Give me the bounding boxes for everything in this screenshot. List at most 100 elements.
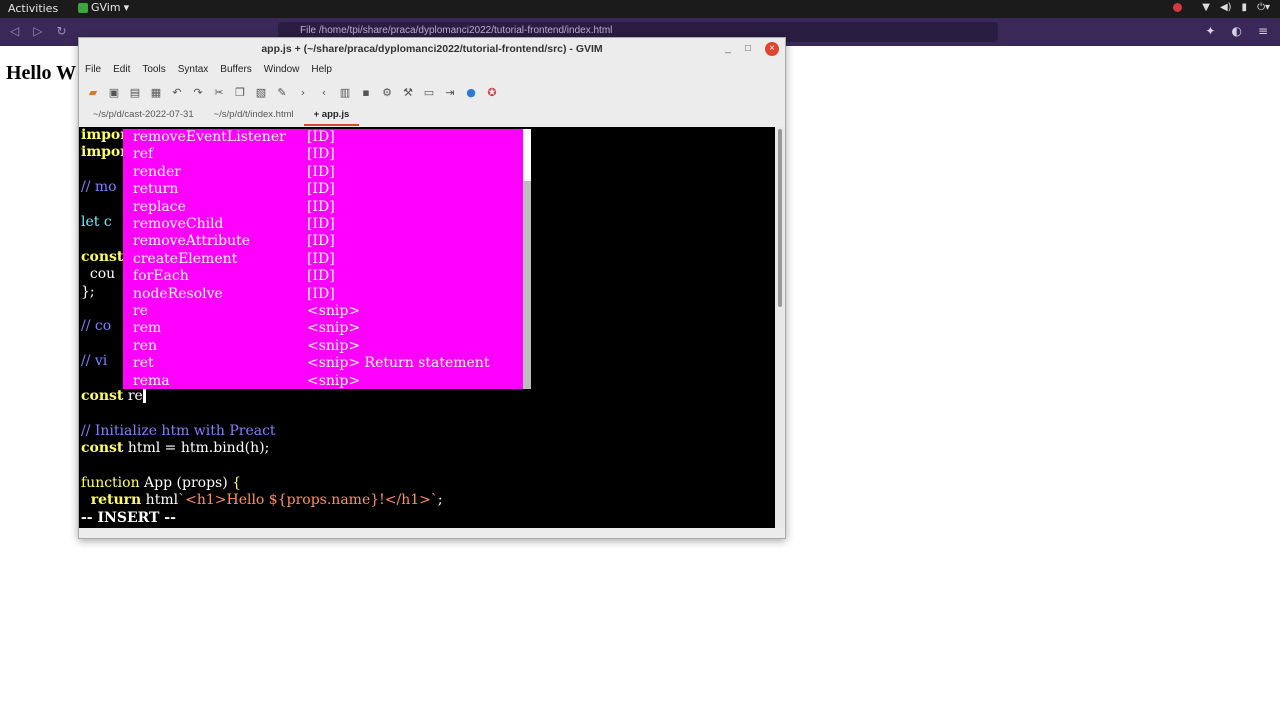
shell-icon[interactable]: ▭ (423, 86, 435, 99)
tab-app-js[interactable]: + app.js (303, 104, 360, 126)
code-fn-name: App (139, 475, 173, 491)
volume-icon: ◀) (1219, 2, 1232, 13)
reload-icon[interactable]: ↻ (56, 24, 66, 38)
completion-item[interactable]: removeEventListener [ID] (133, 129, 513, 146)
completion-kind: <snip> (307, 303, 361, 319)
completion-item[interactable]: ref [ID] (133, 146, 513, 163)
menu-edit[interactable]: Edit (113, 60, 130, 80)
editor-scrollbar[interactable] (775, 127, 785, 528)
menu-help[interactable]: Help (311, 60, 332, 80)
redo-icon[interactable]: ↷ (192, 86, 204, 99)
completion-kind: [ID] (307, 233, 335, 250)
code-brace: { (232, 475, 242, 491)
paste-icon[interactable]: ▧ (255, 86, 267, 99)
tab-cast-2022-07-31[interactable]: ~/s/p/d/cast-2022-07-31 (83, 104, 204, 126)
cut-icon[interactable]: ✂ (213, 86, 225, 99)
menu-tools[interactable]: Tools (142, 60, 165, 80)
save-session-icon[interactable]: ▪ (360, 86, 372, 99)
open-icon[interactable]: ▰ (87, 86, 99, 99)
menu-window[interactable]: Window (264, 60, 300, 80)
code-line-22: return html`<h1>Hello ${props.name}!</h1… (81, 492, 443, 509)
completion-item[interactable]: nodeResolve [ID] (133, 286, 513, 303)
code-line-6: let c (81, 214, 112, 231)
system-tray[interactable]: ▼ ◀) ▮ ⏻▾ (1173, 2, 1270, 13)
code-typed-text: re (123, 388, 143, 404)
extensions-icon[interactable]: ✦ (1205, 24, 1215, 38)
completion-word: forEach (133, 268, 189, 285)
undo-icon[interactable]: ↶ (171, 86, 183, 99)
tab-index-html[interactable]: ~/s/p/d/t/index.html (204, 104, 304, 126)
make-icon[interactable]: ⚒ (402, 86, 414, 99)
run-script-icon[interactable]: ⚙ (381, 86, 393, 99)
activities-button[interactable]: Activities (8, 2, 58, 15)
completion-kind: [ID] (307, 250, 335, 267)
close-icon[interactable]: × (765, 42, 779, 56)
find-replace-icon[interactable]: ✎ (276, 86, 288, 99)
system-top-bar: Activities GVim ▾ ▼ ◀) ▮ ⏻▾ (0, 0, 1280, 18)
toolbar: ▰ ▣ ▤ ▦ ↶ ↷ ✂ ❐ ▧ ✎ › ‹ ▥ ▪ ⚙ ⚒ ▭ ⇥ ● ✪ (79, 80, 785, 104)
completion-scrollbar[interactable] (523, 129, 531, 389)
completion-kind: [ID] (307, 285, 335, 302)
menu-syntax[interactable]: Syntax (178, 60, 209, 80)
completion-scrollbar-thumb[interactable] (523, 129, 531, 181)
code-const: const (81, 388, 124, 404)
completion-item[interactable]: ret <snip> Return statement (133, 355, 513, 372)
code-let: let c (81, 214, 112, 230)
menu-icon[interactable]: ≡ (1258, 24, 1268, 38)
completion-item[interactable]: re <snip> (133, 303, 513, 320)
network-icon: ▼ (1202, 2, 1210, 13)
window-titlebar[interactable]: app.js + (~/share/praca/dyplomanci2022/t… (79, 38, 785, 60)
page-heading: Hello W (6, 62, 77, 84)
code-semicolon: ; (437, 492, 443, 509)
forward-icon[interactable]: ▷ (33, 24, 42, 38)
help-icon[interactable]: ● (465, 86, 477, 99)
save-icon[interactable]: ▣ (108, 86, 120, 99)
ctags-icon[interactable]: ⇥ (444, 86, 456, 99)
power-icon[interactable]: ⏻▾ (1257, 2, 1270, 13)
back-icon[interactable]: ◁ (10, 24, 19, 38)
completion-item[interactable]: rema <snip> (133, 373, 513, 390)
completion-word: removeChild (133, 216, 224, 232)
app-menu[interactable]: GVim ▾ (78, 1, 129, 14)
battery-icon: ▮ (1241, 2, 1248, 13)
maximize-icon[interactable]: □ (741, 42, 755, 56)
completion-word: removeAttribute (133, 233, 251, 250)
minimize-icon[interactable]: _ (721, 42, 735, 56)
incognito-icon[interactable]: ◐ (1231, 24, 1241, 38)
chevron-down-icon: ▾ (123, 1, 130, 14)
code-return: return (81, 492, 142, 509)
menu-buffers[interactable]: Buffers (220, 60, 252, 80)
completion-item[interactable]: return [ID] (133, 181, 513, 198)
completion-word: ren (133, 337, 157, 354)
code-line-2: impor (81, 144, 128, 161)
window-title: app.js + (~/share/praca/dyplomanci2022/t… (261, 43, 603, 55)
completion-item[interactable]: replace [ID] (133, 199, 513, 216)
browser-actions: ✦ ◐ ≡ (1205, 24, 1268, 38)
find-next-icon[interactable]: › (297, 86, 309, 99)
completion-word: createElement (133, 250, 238, 267)
copy-icon[interactable]: ❐ (234, 86, 246, 99)
code-template-string: `<h1>Hello ${props.name}!</h1>` (178, 492, 438, 509)
completion-item[interactable]: rem <snip> (133, 320, 513, 337)
code-line-1: impor (81, 127, 128, 143)
find-prev-icon[interactable]: ‹ (318, 86, 330, 99)
completion-kind: [ID] (307, 146, 335, 163)
print-icon[interactable]: ▦ (150, 86, 162, 99)
load-session-icon[interactable]: ▥ (339, 86, 351, 99)
completion-item[interactable]: removeAttribute [ID] (133, 233, 513, 250)
editor-scrollbar-thumb[interactable] (778, 129, 782, 307)
completion-item[interactable]: render [ID] (133, 164, 513, 181)
completion-item[interactable]: removeChild [ID] (133, 216, 513, 233)
completion-item[interactable]: forEach [ID] (133, 268, 513, 285)
code-line-8: const (81, 248, 124, 265)
code-line-18: // Initialize htm with Preact (81, 422, 276, 439)
find-help-icon[interactable]: ✪ (486, 86, 498, 99)
save-all-icon[interactable]: ▤ (129, 86, 141, 99)
code-text: (props) (172, 475, 233, 491)
completion-item[interactable]: createElement [ID] (133, 251, 513, 268)
code-line-19: const html = htm.bind(h); (81, 440, 269, 457)
code-line-4: // mo (81, 179, 117, 196)
menu-file[interactable]: File (85, 60, 101, 80)
completion-item[interactable]: ren <snip> (133, 338, 513, 355)
editor-text-area[interactable]: impor impor // mo let c const cou }; // … (79, 127, 775, 528)
